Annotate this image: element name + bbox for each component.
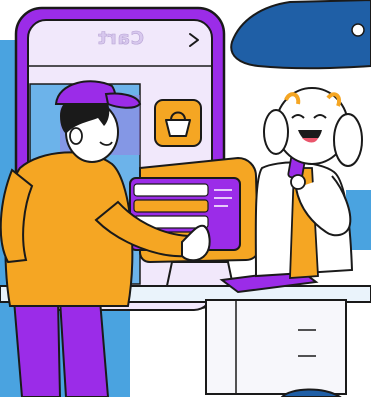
illustration-canvas: Cart	[0, 0, 371, 397]
cashier-character	[254, 87, 363, 279]
cart-title: Cart	[97, 28, 144, 49]
navy-blob-decoration	[230, 0, 371, 70]
illustration-scene: Cart	[0, 0, 371, 397]
shopping-basket-icon[interactable]	[154, 99, 202, 147]
white-dot-decoration	[351, 23, 365, 37]
